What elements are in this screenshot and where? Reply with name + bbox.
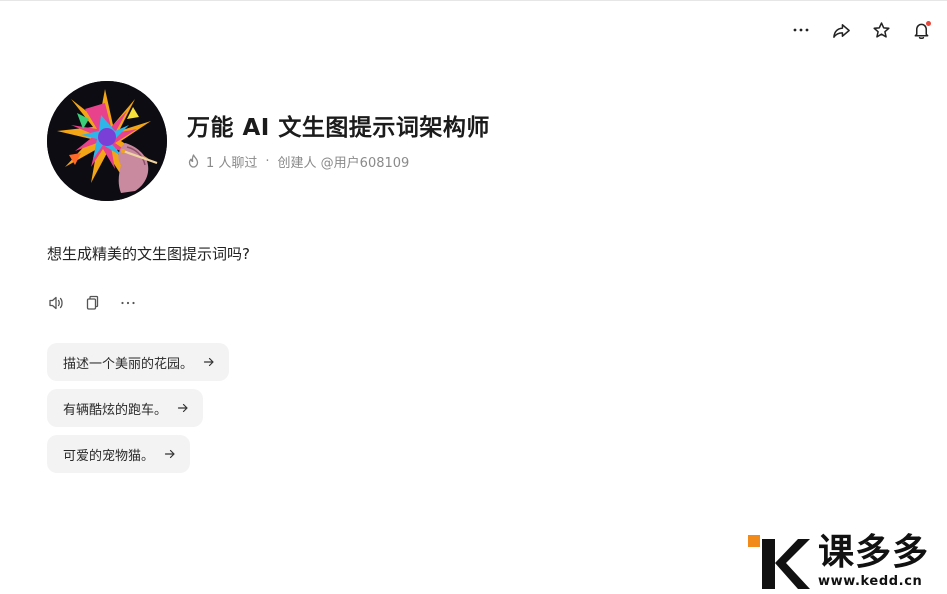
copy-icon — [86, 295, 99, 310]
share-icon — [832, 23, 850, 38]
bot-header: 万能 AI 文生图提示词架构师 1 人聊过 · 创建人 @用户608109 — [47, 81, 490, 201]
meta-separator: · — [265, 153, 270, 169]
speaker-icon — [49, 296, 63, 310]
watermark-url: www.kedd.cn — [818, 574, 923, 589]
top-actions — [783, 15, 939, 45]
notification-button[interactable] — [903, 15, 939, 45]
suggestion-chip[interactable]: 可爱的宠物猫。 — [47, 435, 191, 473]
bot-meta: 1 人聊过 · 创建人 @用户608109 — [187, 152, 490, 171]
more-horizontal-icon — [793, 28, 809, 32]
creator-link[interactable]: 创建人 @用户608109 — [278, 152, 410, 171]
message-more-button[interactable] — [119, 294, 137, 312]
watermark-brand: 课多多 — [818, 532, 930, 573]
more-horizontal-icon — [121, 301, 135, 305]
more-button[interactable] — [783, 15, 819, 45]
chat-count: 1 人聊过 — [206, 155, 258, 171]
arrow-right-icon — [203, 356, 215, 368]
suggestion-label: 有辆酷炫的跑车。 — [63, 402, 168, 418]
suggestion-label: 可爱的宠物猫。 — [63, 448, 155, 464]
star-icon — [872, 21, 890, 38]
suggestion-label: 描述一个美丽的花园。 — [63, 356, 194, 372]
fire-icon — [187, 154, 200, 168]
page: 万能 AI 文生图提示词架构师 1 人聊过 · 创建人 @用户608109 想生… — [0, 0, 947, 594]
bot-name: 万能 AI 文生图提示词架构师 — [187, 114, 490, 141]
greeting-message: 想生成精美的文生图提示词吗? — [47, 245, 250, 263]
read-aloud-button[interactable] — [47, 294, 65, 312]
message-toolbar — [47, 294, 137, 312]
top-divider — [0, 0, 947, 1]
bot-avatar — [47, 81, 167, 201]
suggestion-chip[interactable]: 描述一个美丽的花园。 — [47, 343, 230, 381]
notification-dot — [926, 21, 931, 26]
watermark-logo — [748, 535, 810, 589]
share-button[interactable] — [823, 15, 859, 45]
arrow-right-icon — [177, 402, 189, 414]
bot-title-block: 万能 AI 文生图提示词架构师 1 人聊过 · 创建人 @用户608109 — [187, 112, 490, 171]
watermark: 课多多 www.kedd.cn — [748, 531, 943, 591]
suggestion-chip[interactable]: 有辆酷炫的跑车。 — [47, 389, 204, 427]
favorite-button[interactable] — [863, 15, 899, 45]
copy-button[interactable] — [83, 294, 101, 312]
suggestion-list: 描述一个美丽的花园。 有辆酷炫的跑车。 可爱的宠物猫。 — [47, 343, 230, 473]
arrow-right-icon — [164, 448, 176, 460]
